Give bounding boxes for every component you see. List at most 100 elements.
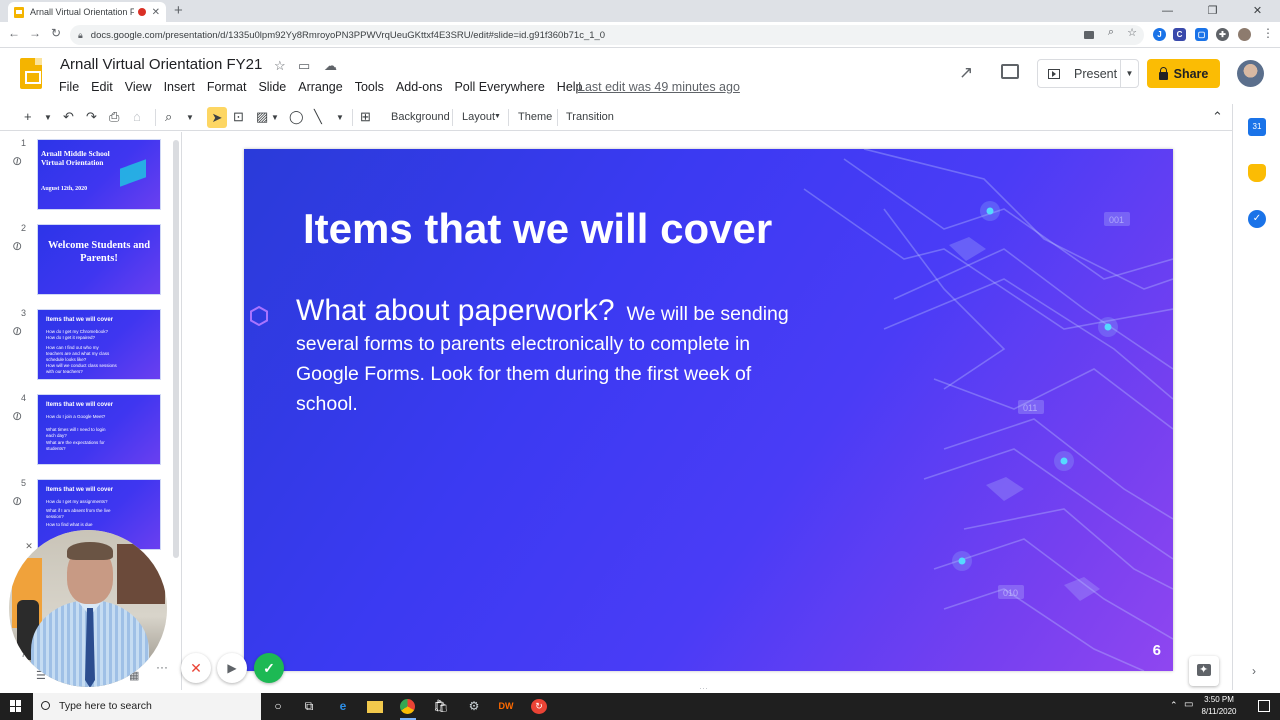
last-edit-link[interactable]: Last edit was 49 minutes ago (578, 80, 740, 94)
undo-icon[interactable]: ↶ (63, 109, 74, 125)
taskbar-clock[interactable]: 3:50 PM 8/11/2020 (1197, 694, 1241, 718)
new-slide-icon[interactable]: + (24, 109, 32, 124)
shape-icon[interactable]: ◯ (289, 109, 304, 125)
chrome-menu-icon[interactable]: ⋮ (1260, 26, 1276, 40)
theme-button[interactable]: Theme (518, 111, 552, 123)
layout-button[interactable]: Layout (462, 111, 495, 123)
comment-icon[interactable] (1001, 64, 1019, 79)
present-dropdown-icon[interactable]: ▼ (1120, 60, 1138, 87)
menu-addons[interactable]: Add-ons (396, 80, 443, 94)
cortana-icon[interactable]: ○ (270, 699, 286, 714)
camera-icon[interactable] (1084, 31, 1094, 39)
menu-poll-everywhere[interactable]: Poll Everywhere (454, 80, 544, 94)
cancel-recording-button[interactable]: ✕ (181, 653, 211, 683)
notification-center-icon[interactable] (1258, 700, 1270, 712)
bookmark-star-icon[interactable]: ☆ (1124, 26, 1140, 39)
extensions-puzzle-icon[interactable]: ✚ (1216, 28, 1229, 41)
tasks-icon[interactable]: ✓ (1248, 210, 1266, 228)
activity-trend-icon[interactable]: ↗ (959, 63, 973, 83)
transition-button[interactable]: Transition (566, 111, 614, 123)
tray-overflow-icon[interactable]: ⌃ (1170, 700, 1178, 711)
maximize-button[interactable]: ❐ (1190, 0, 1235, 22)
zoom-dropdown-icon[interactable]: ▼ (186, 113, 194, 122)
present-button[interactable]: Present ▼ (1037, 59, 1139, 88)
store-icon[interactable]: 🛍︎ (433, 699, 449, 714)
expand-panel-icon[interactable]: › (1252, 664, 1256, 678)
menu-insert[interactable]: Insert (164, 80, 195, 94)
collapse-toolbar-icon[interactable]: ⌃ (1212, 109, 1223, 125)
print-icon[interactable]: ⎙ (109, 109, 119, 125)
layout-dropdown-icon[interactable]: ▼ (494, 113, 501, 120)
reload-button[interactable]: ↻ (48, 26, 64, 40)
redo-icon[interactable]: ↷ (86, 109, 97, 125)
text-box-icon[interactable]: ⊡ (233, 109, 244, 125)
image-dropdown-icon[interactable]: ▼ (271, 113, 279, 122)
menu-format[interactable]: Format (207, 80, 247, 94)
finish-recording-button[interactable]: ✓ (254, 653, 284, 683)
recorder-more-icon[interactable]: ··· (152, 660, 172, 676)
task-view-icon[interactable]: ⧉ (301, 699, 317, 714)
windows-start-icon[interactable] (10, 700, 22, 712)
menu-slide[interactable]: Slide (258, 80, 286, 94)
minimize-button[interactable]: — (1145, 0, 1190, 22)
menu-file[interactable]: File (59, 80, 79, 94)
tray-network-icon[interactable]: ▭ (1184, 699, 1193, 710)
slide-title[interactable]: Items that we will cover (303, 205, 772, 253)
move-folder-icon[interactable]: ▭ (298, 58, 310, 74)
paint-format-icon[interactable]: ⌂ (133, 109, 141, 124)
file-explorer-icon[interactable] (367, 701, 383, 713)
filmstrip-scrollbar[interactable] (173, 140, 179, 558)
screencastify-icon[interactable]: ↻ (531, 699, 547, 714)
new-tab-button[interactable]: + (174, 2, 183, 19)
webcam-close-icon[interactable]: ✕ (22, 539, 36, 553)
url-bar[interactable]: 🔒︎ docs.google.com/presentation/d/1335u0l… (70, 25, 1144, 45)
slide-thumbnail-4[interactable]: Items that we will cover How do I join a… (37, 394, 161, 465)
link-icon: ⊘ (8, 407, 26, 425)
taskbar-search-box[interactable]: Type here to search (33, 693, 261, 720)
forward-button[interactable]: → (27, 26, 43, 40)
zoom-icon[interactable]: ⌕ (1103, 26, 1119, 39)
extension-screen-icon[interactable]: ▢ (1195, 28, 1208, 41)
star-icon[interactable]: ☆ (274, 58, 286, 74)
dreamweaver-icon[interactable]: DW (498, 699, 514, 714)
chrome-icon[interactable] (400, 699, 415, 714)
speaker-notes-handle[interactable]: ··· (699, 683, 708, 693)
webcam-bubble[interactable] (9, 530, 167, 687)
edge-icon[interactable]: e (335, 699, 351, 714)
new-slide-dropdown-icon[interactable]: ▼ (44, 113, 52, 122)
calendar-icon[interactable]: 31 (1248, 118, 1266, 136)
slide-thumbnail-2[interactable]: Welcome Students and Parents! (37, 224, 161, 295)
select-cursor-icon[interactable]: ➤ (207, 107, 227, 128)
background-button[interactable]: Background (391, 111, 450, 123)
menu-view[interactable]: View (125, 80, 152, 94)
extension-blue-icon[interactable]: J (1153, 28, 1166, 41)
app-icon[interactable]: ⚙︎ (466, 699, 482, 714)
slide-body-text[interactable]: What about paperwork? We will be sending … (296, 296, 806, 419)
add-comment-icon[interactable]: ⊞ (360, 109, 371, 125)
menu-arrange[interactable]: Arrange (298, 80, 342, 94)
browser-tab[interactable]: Arnall Virtual Orientation FY2 ✕ (8, 2, 166, 22)
tab-close-icon[interactable]: ✕ (152, 7, 160, 18)
line-icon[interactable]: ╲ (314, 109, 322, 125)
keep-icon[interactable] (1248, 164, 1266, 182)
profile-small-icon[interactable] (1238, 28, 1251, 41)
back-button[interactable]: ← (6, 26, 22, 40)
slide-thumbnail-1[interactable]: Arnall Middle School Virtual Orientation… (37, 139, 161, 210)
menu-tools[interactable]: Tools (355, 80, 384, 94)
slide-thumbnail-3[interactable]: Items that we will cover How do I get my… (37, 309, 161, 380)
user-avatar[interactable] (1237, 60, 1264, 87)
image-icon[interactable]: ▨ (256, 109, 268, 125)
line-dropdown-icon[interactable]: ▼ (336, 113, 344, 122)
google-slides-logo-icon[interactable] (20, 58, 42, 89)
pause-recording-button[interactable]: ▶︎ (217, 653, 247, 683)
cloud-saved-icon[interactable]: ☁ (324, 58, 337, 74)
menu-edit[interactable]: Edit (91, 80, 113, 94)
thumb-line: each day? (46, 433, 67, 438)
slide-canvas[interactable]: 001 011 010 Items that we will cover Wha… (244, 149, 1173, 671)
extension-c-icon[interactable]: C (1173, 28, 1186, 41)
zoom-icon[interactable]: ⌕ (165, 109, 172, 125)
share-button[interactable]: Share (1147, 59, 1220, 88)
explore-button[interactable] (1189, 656, 1219, 686)
document-title[interactable]: Arnall Virtual Orientation FY21 (60, 56, 262, 73)
window-close-button[interactable]: ✕ (1235, 0, 1280, 22)
